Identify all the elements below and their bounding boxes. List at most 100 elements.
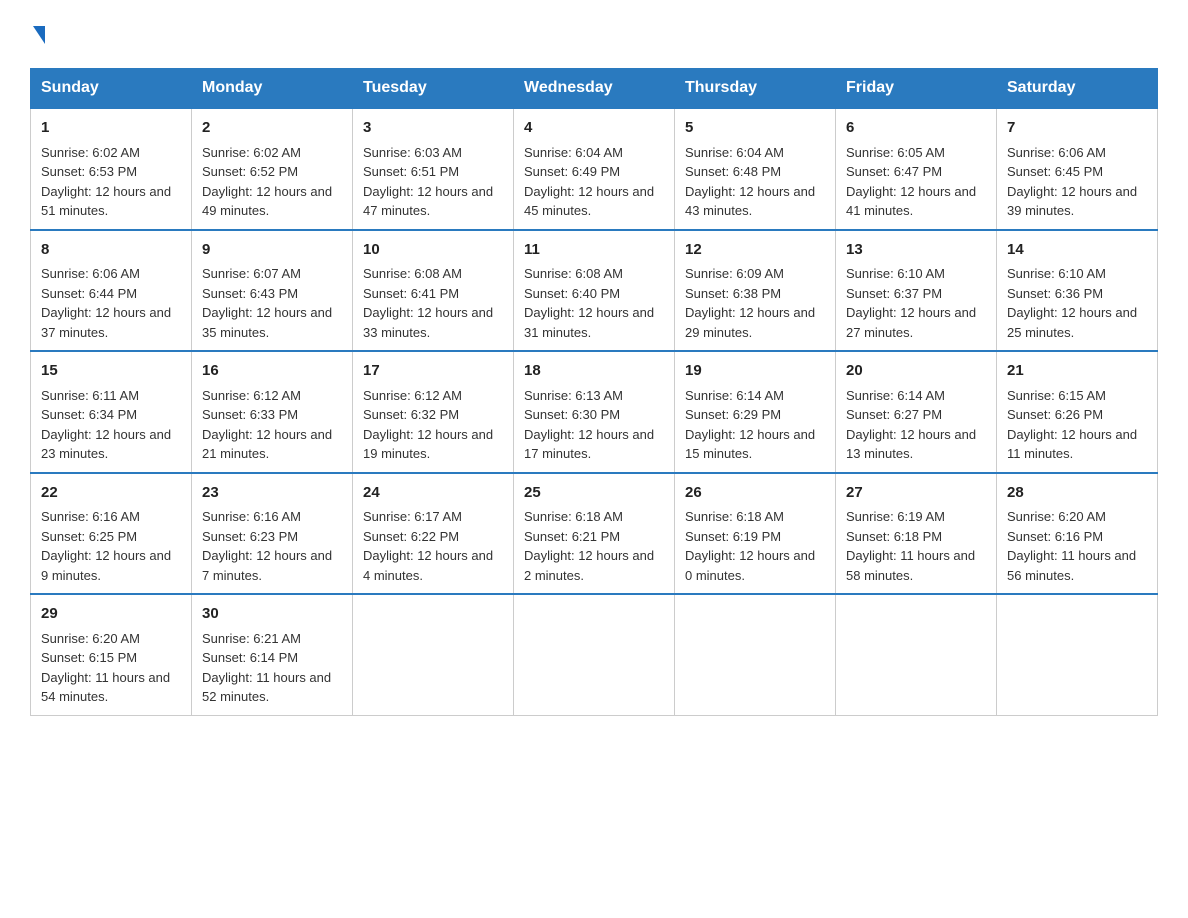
logo-triangle-icon xyxy=(33,26,45,44)
day-of-week-sunday: Sunday xyxy=(31,69,192,109)
day-daylight: Daylight: 12 hours and 21 minutes. xyxy=(202,427,332,462)
calendar-cell: 24 Sunrise: 6:17 AM Sunset: 6:22 PM Dayl… xyxy=(353,473,514,595)
day-sunrise: Sunrise: 6:14 AM xyxy=(846,388,945,403)
day-daylight: Daylight: 11 hours and 54 minutes. xyxy=(41,670,170,705)
day-of-week-saturday: Saturday xyxy=(997,69,1158,109)
day-daylight: Daylight: 12 hours and 15 minutes. xyxy=(685,427,815,462)
day-sunrise: Sunrise: 6:19 AM xyxy=(846,509,945,524)
calendar-cell: 5 Sunrise: 6:04 AM Sunset: 6:48 PM Dayli… xyxy=(675,108,836,230)
day-daylight: Daylight: 12 hours and 49 minutes. xyxy=(202,184,332,219)
day-daylight: Daylight: 12 hours and 39 minutes. xyxy=(1007,184,1137,219)
day-daylight: Daylight: 12 hours and 11 minutes. xyxy=(1007,427,1137,462)
day-number: 9 xyxy=(202,239,342,262)
day-sunset: Sunset: 6:26 PM xyxy=(1007,407,1103,422)
calendar-cell: 6 Sunrise: 6:05 AM Sunset: 6:47 PM Dayli… xyxy=(836,108,997,230)
day-sunrise: Sunrise: 6:16 AM xyxy=(202,509,301,524)
day-sunset: Sunset: 6:53 PM xyxy=(41,164,137,179)
day-daylight: Daylight: 11 hours and 58 minutes. xyxy=(846,548,975,583)
week-row-1: 1 Sunrise: 6:02 AM Sunset: 6:53 PM Dayli… xyxy=(31,108,1158,230)
day-sunrise: Sunrise: 6:02 AM xyxy=(41,145,140,160)
calendar-cell: 23 Sunrise: 6:16 AM Sunset: 6:23 PM Dayl… xyxy=(192,473,353,595)
day-daylight: Daylight: 12 hours and 29 minutes. xyxy=(685,305,815,340)
day-daylight: Daylight: 12 hours and 4 minutes. xyxy=(363,548,493,583)
week-row-2: 8 Sunrise: 6:06 AM Sunset: 6:44 PM Dayli… xyxy=(31,230,1158,352)
calendar-cell xyxy=(997,594,1158,715)
day-number: 20 xyxy=(846,360,986,383)
calendar-cell: 30 Sunrise: 6:21 AM Sunset: 6:14 PM Dayl… xyxy=(192,594,353,715)
day-sunrise: Sunrise: 6:17 AM xyxy=(363,509,462,524)
day-daylight: Daylight: 12 hours and 13 minutes. xyxy=(846,427,976,462)
calendar-cell: 15 Sunrise: 6:11 AM Sunset: 6:34 PM Dayl… xyxy=(31,351,192,473)
week-row-4: 22 Sunrise: 6:16 AM Sunset: 6:25 PM Dayl… xyxy=(31,473,1158,595)
calendar-cell: 18 Sunrise: 6:13 AM Sunset: 6:30 PM Dayl… xyxy=(514,351,675,473)
day-sunrise: Sunrise: 6:11 AM xyxy=(41,388,139,403)
days-of-week-row: SundayMondayTuesdayWednesdayThursdayFrid… xyxy=(31,69,1158,109)
calendar-cell: 13 Sunrise: 6:10 AM Sunset: 6:37 PM Dayl… xyxy=(836,230,997,352)
day-sunrise: Sunrise: 6:12 AM xyxy=(202,388,301,403)
day-sunset: Sunset: 6:43 PM xyxy=(202,286,298,301)
day-sunset: Sunset: 6:18 PM xyxy=(846,529,942,544)
day-sunrise: Sunrise: 6:09 AM xyxy=(685,266,784,281)
day-sunset: Sunset: 6:15 PM xyxy=(41,650,137,665)
calendar-cell: 12 Sunrise: 6:09 AM Sunset: 6:38 PM Dayl… xyxy=(675,230,836,352)
day-sunrise: Sunrise: 6:10 AM xyxy=(1007,266,1106,281)
day-sunrise: Sunrise: 6:03 AM xyxy=(363,145,462,160)
calendar-cell: 17 Sunrise: 6:12 AM Sunset: 6:32 PM Dayl… xyxy=(353,351,514,473)
calendar-cell: 28 Sunrise: 6:20 AM Sunset: 6:16 PM Dayl… xyxy=(997,473,1158,595)
day-number: 4 xyxy=(524,117,664,140)
day-sunrise: Sunrise: 6:05 AM xyxy=(846,145,945,160)
calendar-cell xyxy=(514,594,675,715)
calendar-cell: 3 Sunrise: 6:03 AM Sunset: 6:51 PM Dayli… xyxy=(353,108,514,230)
day-sunset: Sunset: 6:30 PM xyxy=(524,407,620,422)
calendar-cell: 10 Sunrise: 6:08 AM Sunset: 6:41 PM Dayl… xyxy=(353,230,514,352)
day-sunset: Sunset: 6:44 PM xyxy=(41,286,137,301)
day-number: 25 xyxy=(524,482,664,505)
day-number: 23 xyxy=(202,482,342,505)
day-daylight: Daylight: 12 hours and 47 minutes. xyxy=(363,184,493,219)
day-daylight: Daylight: 12 hours and 33 minutes. xyxy=(363,305,493,340)
day-number: 7 xyxy=(1007,117,1147,140)
day-number: 21 xyxy=(1007,360,1147,383)
day-daylight: Daylight: 12 hours and 7 minutes. xyxy=(202,548,332,583)
week-row-3: 15 Sunrise: 6:11 AM Sunset: 6:34 PM Dayl… xyxy=(31,351,1158,473)
day-sunrise: Sunrise: 6:07 AM xyxy=(202,266,301,281)
day-daylight: Daylight: 12 hours and 2 minutes. xyxy=(524,548,654,583)
day-number: 30 xyxy=(202,603,342,626)
calendar-cell: 16 Sunrise: 6:12 AM Sunset: 6:33 PM Dayl… xyxy=(192,351,353,473)
calendar-cell: 19 Sunrise: 6:14 AM Sunset: 6:29 PM Dayl… xyxy=(675,351,836,473)
day-sunrise: Sunrise: 6:15 AM xyxy=(1007,388,1106,403)
day-sunrise: Sunrise: 6:06 AM xyxy=(1007,145,1106,160)
day-sunrise: Sunrise: 6:21 AM xyxy=(202,631,301,646)
day-of-week-friday: Friday xyxy=(836,69,997,109)
calendar-cell: 14 Sunrise: 6:10 AM Sunset: 6:36 PM Dayl… xyxy=(997,230,1158,352)
day-sunset: Sunset: 6:32 PM xyxy=(363,407,459,422)
calendar-cell: 9 Sunrise: 6:07 AM Sunset: 6:43 PM Dayli… xyxy=(192,230,353,352)
calendar-header: SundayMondayTuesdayWednesdayThursdayFrid… xyxy=(31,69,1158,109)
day-number: 13 xyxy=(846,239,986,262)
day-daylight: Daylight: 12 hours and 43 minutes. xyxy=(685,184,815,219)
day-sunset: Sunset: 6:36 PM xyxy=(1007,286,1103,301)
day-sunset: Sunset: 6:48 PM xyxy=(685,164,781,179)
day-sunrise: Sunrise: 6:13 AM xyxy=(524,388,623,403)
page-header xyxy=(30,20,1158,48)
day-sunset: Sunset: 6:21 PM xyxy=(524,529,620,544)
calendar-cell: 22 Sunrise: 6:16 AM Sunset: 6:25 PM Dayl… xyxy=(31,473,192,595)
day-sunrise: Sunrise: 6:12 AM xyxy=(363,388,462,403)
day-daylight: Daylight: 12 hours and 35 minutes. xyxy=(202,305,332,340)
day-number: 28 xyxy=(1007,482,1147,505)
day-sunrise: Sunrise: 6:04 AM xyxy=(524,145,623,160)
calendar-cell: 29 Sunrise: 6:20 AM Sunset: 6:15 PM Dayl… xyxy=(31,594,192,715)
day-daylight: Daylight: 12 hours and 45 minutes. xyxy=(524,184,654,219)
calendar-cell: 8 Sunrise: 6:06 AM Sunset: 6:44 PM Dayli… xyxy=(31,230,192,352)
day-of-week-monday: Monday xyxy=(192,69,353,109)
day-of-week-wednesday: Wednesday xyxy=(514,69,675,109)
day-sunrise: Sunrise: 6:14 AM xyxy=(685,388,784,403)
day-number: 12 xyxy=(685,239,825,262)
day-number: 22 xyxy=(41,482,181,505)
calendar-cell: 11 Sunrise: 6:08 AM Sunset: 6:40 PM Dayl… xyxy=(514,230,675,352)
day-sunset: Sunset: 6:45 PM xyxy=(1007,164,1103,179)
day-sunrise: Sunrise: 6:18 AM xyxy=(524,509,623,524)
day-sunset: Sunset: 6:14 PM xyxy=(202,650,298,665)
day-daylight: Daylight: 12 hours and 37 minutes. xyxy=(41,305,171,340)
day-daylight: Daylight: 11 hours and 52 minutes. xyxy=(202,670,331,705)
